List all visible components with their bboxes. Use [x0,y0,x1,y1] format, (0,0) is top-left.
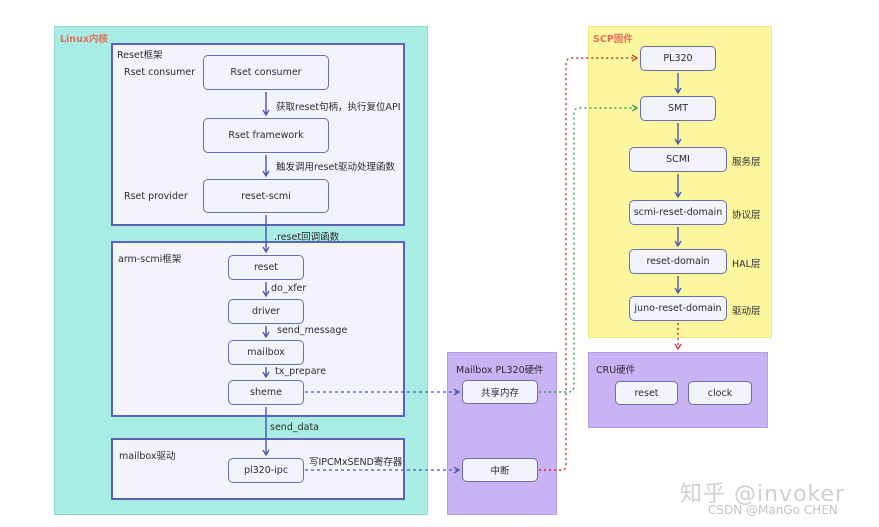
reset-domain-box[interactable]: reset-domain [629,249,727,274]
edge-label-do-xfer: do_xfer [271,283,307,294]
cru-reset-box[interactable]: reset [615,381,678,405]
reset-framework-title: Reset框架 [117,50,163,61]
reset-scmi-box[interactable]: reset-scmi [203,179,329,213]
interrupt-box[interactable]: 中断 [462,458,538,482]
edge-label-send-data: send_data [270,422,319,433]
layer-label-driver: 驱动层 [732,306,761,317]
scmi-reset-box[interactable]: reset [228,255,304,280]
scmi-reset-domain-box[interactable]: scmi-reset-domain [629,200,727,225]
rset-consumer-box[interactable]: Rset consumer [203,55,329,90]
scmi-driver-box[interactable]: driver [228,299,304,324]
scp-pl320-box[interactable]: PL320 [640,46,716,71]
edge-label-write-register: 写IPCMxSEND寄存器 [309,457,403,468]
pl320-ipc-box[interactable]: pl320-ipc [228,458,304,483]
layer-label-hal: HAL层 [732,259,761,270]
cru-clock-box[interactable]: clock [688,381,752,405]
shared-memory-box[interactable]: 共享内存 [462,380,538,404]
juno-reset-domain-box[interactable]: juno-reset-domain [629,296,727,321]
edge-label-trigger: 触发调用reset驱动处理函数 [276,162,396,173]
layer-label-service: 服务层 [732,157,761,168]
mailbox-pl320-hardware-title: Mailbox PL320硬件 [456,365,544,376]
linux-kernel-title: Linux内核 [60,34,108,45]
edge-label-get-handle: 获取reset句柄，执行复位API [276,102,401,113]
arm-scmi-title: arm-scmi框架 [118,254,182,265]
scp-firmware-title: SCP固件 [593,34,633,45]
cru-hardware-title: CRU硬件 [596,365,636,376]
layer-label-protocol: 协议层 [732,210,761,221]
scp-firmware-region [588,26,772,338]
rset-provider-side-label: Rset provider [124,191,188,202]
scmi-sheme-box[interactable]: sheme [228,380,304,405]
scp-scmi-box[interactable]: SCMI [629,147,727,172]
watermark-csdn: CSDN @ManGo CHEN [708,503,838,517]
rset-consumer-side-label: Rset consumer [124,67,196,78]
mailbox-pl320-hardware-region [447,352,557,515]
scmi-mailbox-box[interactable]: mailbox [228,340,304,365]
edge-label-send-message: send_message [277,325,348,336]
mailbox-driver-title: mailbox驱动 [119,451,176,462]
scp-smt-box[interactable]: SMT [640,96,716,121]
edge-label-tx-prepare: tx_prepare [275,366,327,377]
rset-framework-box[interactable]: Rset framework [203,118,329,153]
